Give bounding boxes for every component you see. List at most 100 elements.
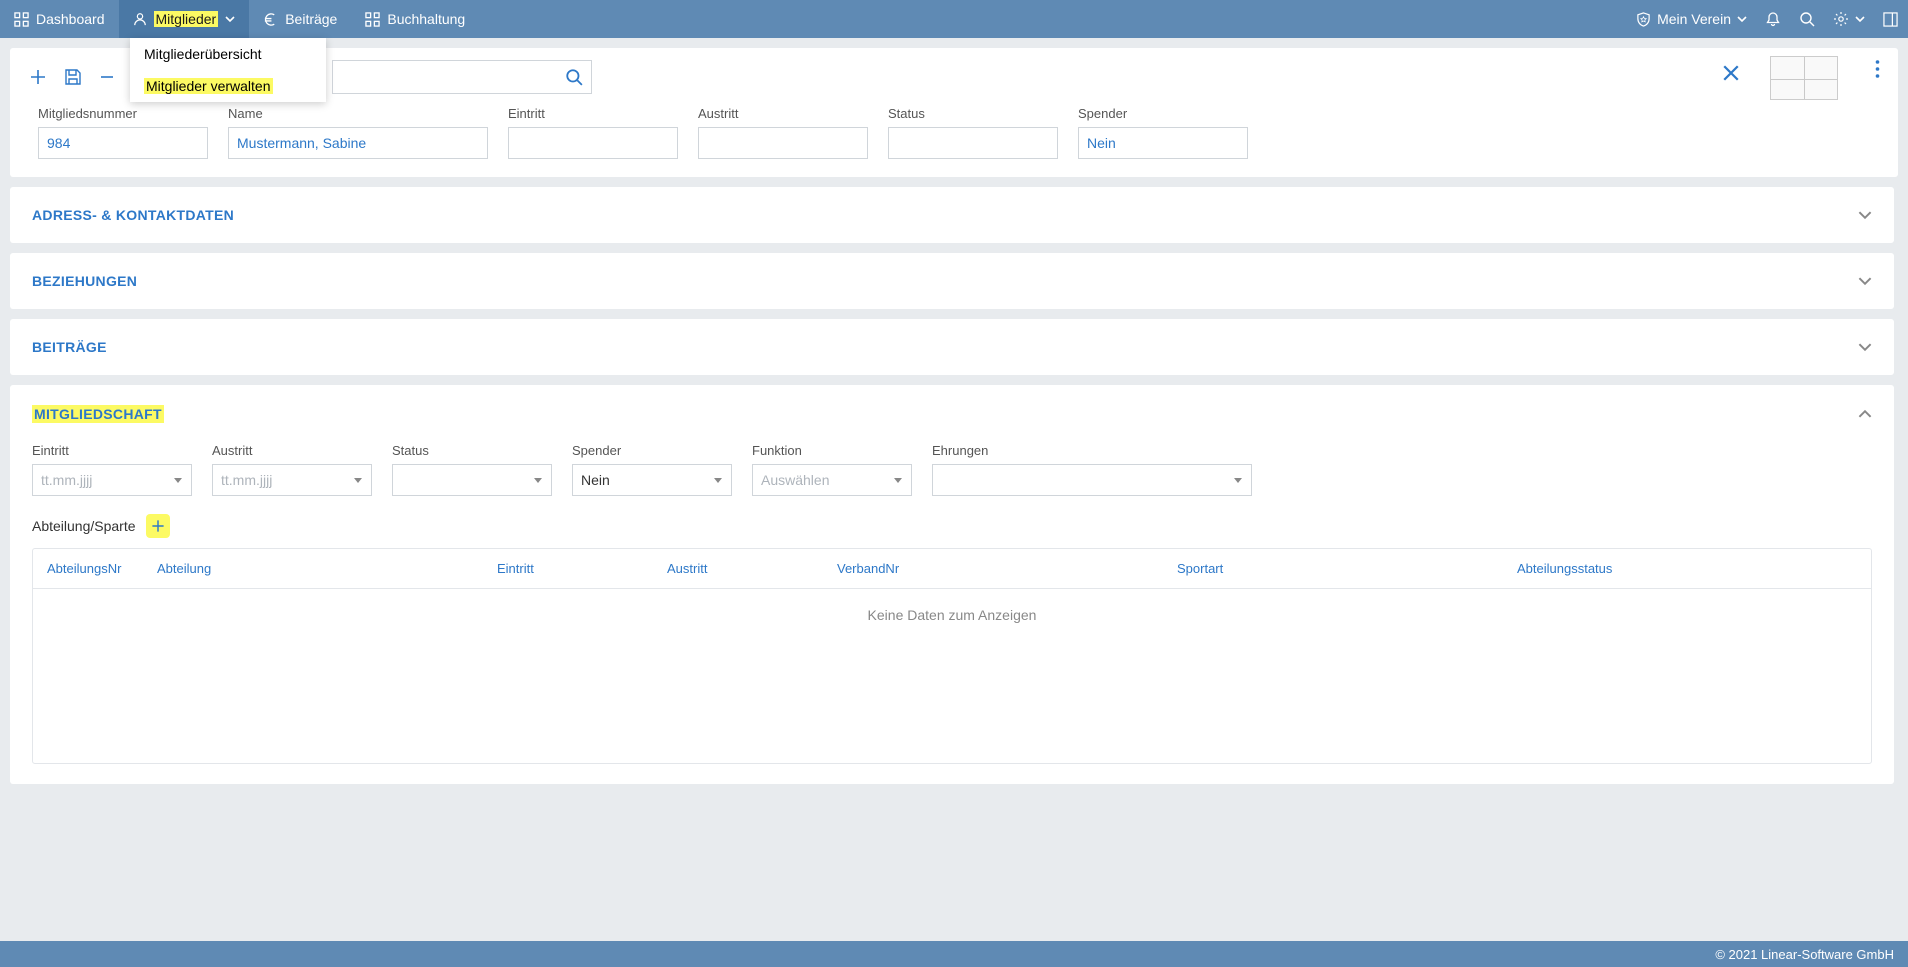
panel-beziehungen-header[interactable]: BEZIEHUNGEN: [10, 253, 1894, 309]
footer: © 2021 Linear-Software GmbH: [0, 941, 1908, 967]
record-fields: Mitgliedsnummer Name Eintritt Austritt S…: [10, 106, 1898, 177]
nav-bell[interactable]: [1765, 11, 1781, 27]
panel-beitraege-header[interactable]: BEITRÄGE: [10, 319, 1894, 375]
panel-adress-header[interactable]: ADRESS- & KONTAKTDATEN: [10, 187, 1894, 243]
th-austritt[interactable]: Austritt: [667, 561, 837, 576]
table-nodata: Keine Daten zum Anzeigen: [33, 589, 1871, 763]
m-status-label: Status: [392, 443, 552, 458]
spender-label: Spender: [1078, 106, 1248, 121]
nav-beitraege[interactable]: Beiträge: [249, 0, 351, 38]
add-button[interactable]: [28, 67, 48, 87]
m-funktion-select[interactable]: Auswählen: [752, 464, 912, 496]
chevron-down-icon: [1855, 14, 1865, 24]
remove-button[interactable]: [98, 68, 116, 86]
field-status: Status: [888, 106, 1058, 159]
chevron-down-icon: [1737, 14, 1747, 24]
m-funktion-label: Funktion: [752, 443, 912, 458]
kebab-icon: [1875, 60, 1880, 78]
status-input[interactable]: [888, 127, 1058, 159]
close-icon: [1722, 64, 1740, 82]
m-eintritt-label: Eintritt: [32, 443, 192, 458]
m-spender-value: Nein: [581, 472, 610, 488]
panel-mitgliedschaft: MITGLIEDSCHAFT Eintritt tt.mm.jjjj Austr…: [10, 385, 1894, 784]
nav-search[interactable]: [1799, 11, 1815, 27]
footer-copyright: © 2021 Linear-Software GmbH: [1715, 947, 1894, 962]
eintritt-input[interactable]: [508, 127, 678, 159]
m-ehrungen-select[interactable]: [932, 464, 1252, 496]
bell-icon: [1765, 11, 1781, 27]
caret-down-icon: [533, 475, 543, 485]
nav-mitglieder[interactable]: Mitglieder: [119, 0, 250, 38]
field-eintritt: Eintritt: [508, 106, 678, 159]
th-sportart[interactable]: Sportart: [1177, 561, 1517, 576]
close-button[interactable]: [1722, 62, 1740, 88]
save-button[interactable]: [64, 68, 82, 86]
field-austritt: Austritt: [698, 106, 868, 159]
panel-beziehungen-title: BEZIEHUNGEN: [32, 273, 137, 289]
minus-icon: [98, 68, 116, 86]
name-input[interactable]: [228, 127, 488, 159]
m-funktion-value: Auswählen: [761, 472, 830, 488]
m-spender-select[interactable]: Nein: [572, 464, 732, 496]
austritt-input[interactable]: [698, 127, 868, 159]
euro-icon: [263, 12, 278, 27]
plus-icon: [150, 518, 166, 534]
m-eintritt-select[interactable]: tt.mm.jjjj: [32, 464, 192, 496]
m-austritt-label: Austritt: [212, 443, 372, 458]
nav-verein-label: Mein Verein: [1657, 11, 1731, 27]
m-field-spender: Spender Nein: [572, 443, 732, 496]
search-input[interactable]: [332, 60, 592, 94]
plus-icon: [28, 67, 48, 87]
mitgliedsnummer-input[interactable]: [38, 127, 208, 159]
panel-beitraege: BEITRÄGE: [10, 319, 1894, 375]
dropdown-item-uebersicht[interactable]: Mitgliederübersicht: [130, 38, 326, 70]
abteilung-label: Abteilung/Sparte: [32, 518, 136, 534]
table-header: AbteilungsNr Abteilung Eintritt Austritt…: [33, 549, 1871, 589]
abteilung-heading: Abteilung/Sparte: [32, 514, 1872, 538]
search-icon: [565, 68, 583, 86]
nav-left: Dashboard Mitglieder Beiträge Buchhaltun…: [0, 0, 479, 38]
layout-selector[interactable]: [1770, 56, 1838, 100]
th-abteilungsstatus[interactable]: Abteilungsstatus: [1517, 561, 1857, 576]
abteilung-add-button[interactable]: [146, 514, 170, 538]
panel-beziehungen: BEZIEHUNGEN: [10, 253, 1894, 309]
caret-down-icon: [173, 475, 183, 485]
chevron-down-icon: [225, 14, 235, 24]
mitglieder-dropdown: Mitgliederübersicht Mitglieder verwalten: [130, 38, 326, 102]
grid-icon: [365, 12, 380, 27]
shield-icon: [1636, 12, 1651, 27]
th-eintritt[interactable]: Eintritt: [497, 561, 667, 576]
m-field-funktion: Funktion Auswählen: [752, 443, 912, 496]
save-icon: [64, 68, 82, 86]
more-menu[interactable]: [1875, 60, 1880, 84]
m-field-ehrungen: Ehrungen: [932, 443, 1252, 496]
membership-row: Eintritt tt.mm.jjjj Austritt tt.mm.jjjj: [32, 443, 1872, 496]
gear-icon: [1833, 11, 1849, 27]
nav-right: Mein Verein: [1636, 11, 1898, 27]
m-status-select[interactable]: [392, 464, 552, 496]
chevron-up-icon: [1858, 407, 1872, 421]
spender-input[interactable]: [1078, 127, 1248, 159]
panel-mitgliedschaft-header[interactable]: MITGLIEDSCHAFT: [10, 385, 1894, 443]
nav-verein[interactable]: Mein Verein: [1636, 11, 1747, 27]
th-verbandnr[interactable]: VerbandNr: [837, 561, 1177, 576]
chevron-down-icon: [1858, 340, 1872, 354]
m-field-eintritt: Eintritt tt.mm.jjjj: [32, 443, 192, 496]
nav-buchhaltung[interactable]: Buchhaltung: [351, 0, 479, 38]
th-abteilung[interactable]: Abteilung: [157, 561, 497, 576]
nav-settings[interactable]: [1833, 11, 1865, 27]
nav-dashboard[interactable]: Dashboard: [0, 0, 119, 38]
th-abteilungsnr[interactable]: AbteilungsNr: [47, 561, 157, 576]
caret-down-icon: [893, 475, 903, 485]
field-spender: Spender: [1078, 106, 1248, 159]
m-austritt-select[interactable]: tt.mm.jjjj: [212, 464, 372, 496]
chevron-down-icon: [1858, 274, 1872, 288]
dropdown-item-verwalten[interactable]: Mitglieder verwalten: [130, 70, 326, 102]
panels-scroll[interactable]: ADRESS- & KONTAKTDATEN BEZIEHUNGEN BEITR…: [10, 187, 1898, 931]
m-field-status: Status: [392, 443, 552, 496]
nav-panel[interactable]: [1883, 12, 1898, 27]
mitgliedsnummer-label: Mitgliedsnummer: [38, 106, 208, 121]
m-spender-label: Spender: [572, 443, 732, 458]
chevron-down-icon: [1858, 208, 1872, 222]
panel-beitraege-title: BEITRÄGE: [32, 339, 107, 355]
